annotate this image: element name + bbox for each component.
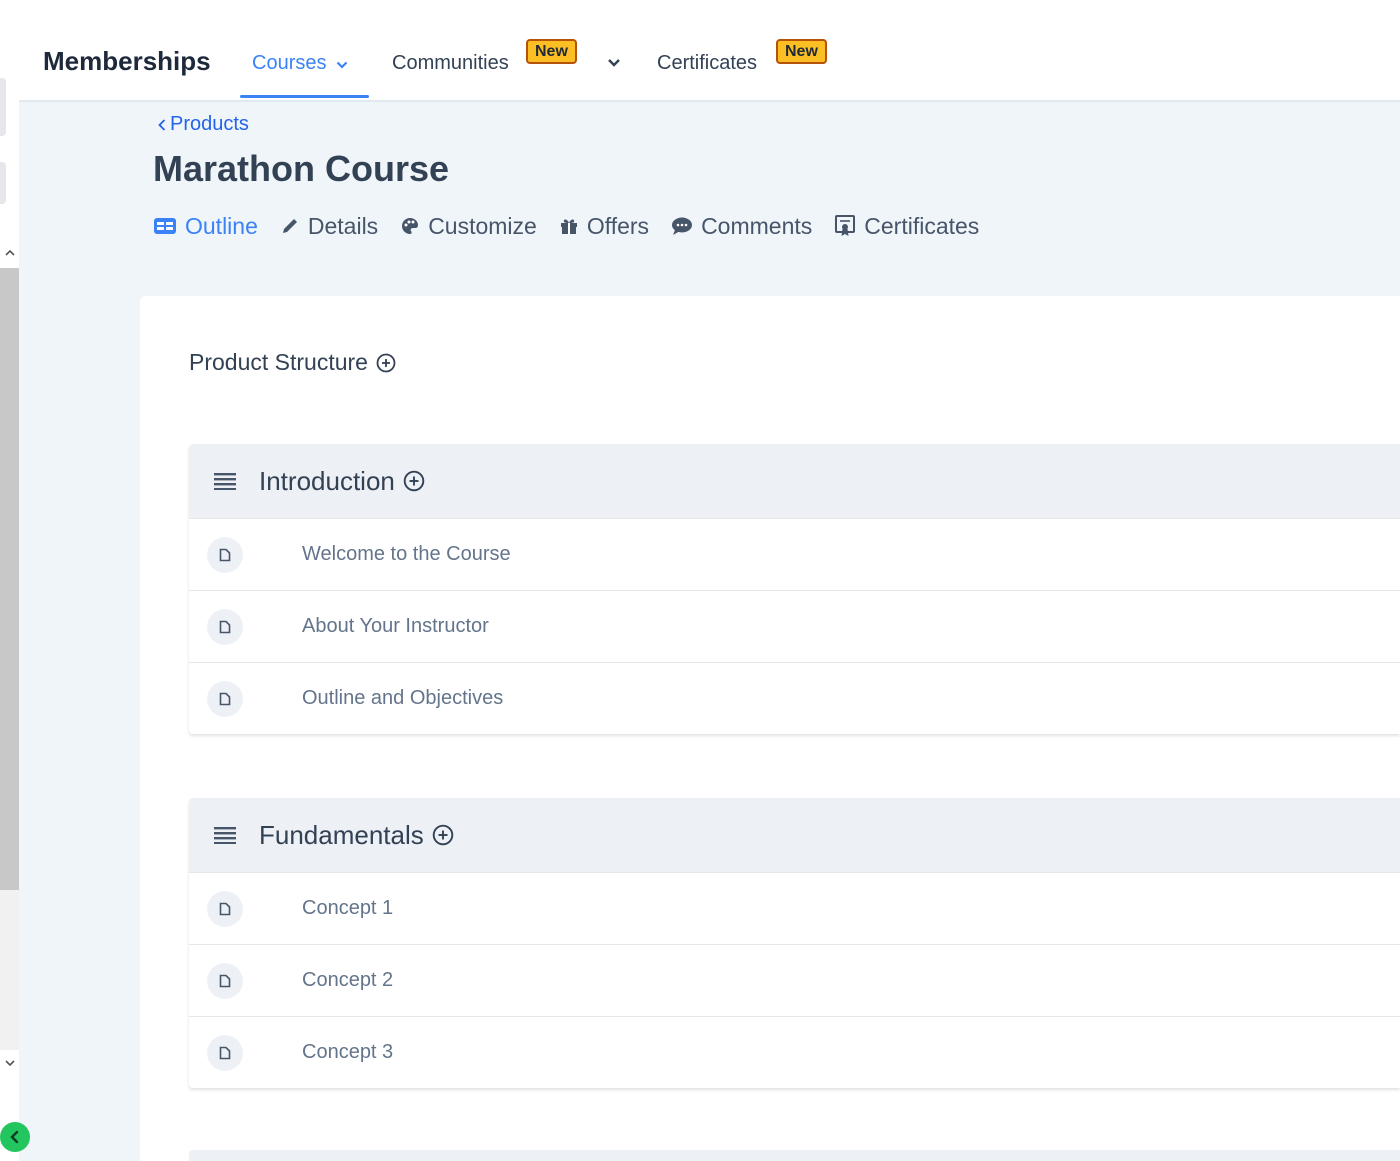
product-structure-title: Product Structure: [189, 349, 368, 375]
lesson-title[interactable]: Concept 2: [302, 969, 393, 992]
pencil-icon: [282, 219, 297, 233]
tab-offers-label: Offers: [586, 212, 650, 239]
chevron-down-icon: [608, 59, 620, 67]
add-lesson-button[interactable]: [403, 470, 425, 492]
breadcrumb-products-link[interactable]: Products: [170, 113, 249, 136]
tab-comments-label: Comments: [701, 212, 813, 239]
lesson-row[interactable]: Concept 2: [189, 944, 1400, 1016]
outline-icon: [154, 218, 176, 234]
lesson-title[interactable]: Welcome to the Course: [302, 543, 511, 566]
section-header[interactable]: Introduction: [189, 444, 1400, 518]
lesson-title[interactable]: Concept 3: [302, 1041, 393, 1064]
chevron-down-icon: [336, 52, 348, 75]
plus-circle-icon: [403, 470, 425, 492]
lesson-row[interactable]: Welcome to the Course: [189, 518, 1400, 590]
section-introduction: Introduction Welcome to the Course About…: [189, 444, 1400, 734]
nav-communities[interactable]: Communities: [392, 52, 509, 75]
tab-details-label: Details: [307, 212, 379, 239]
palette-icon: [402, 218, 419, 234]
comment-icon: [672, 217, 693, 235]
app-title: Memberships: [43, 46, 211, 76]
lesson-row[interactable]: About Your Instructor: [189, 590, 1400, 662]
nav-certificates[interactable]: Certificates: [657, 52, 757, 75]
document-icon: [207, 608, 243, 645]
product-structure-heading: Product Structure: [189, 349, 396, 376]
scroll-up-icon[interactable]: [0, 244, 19, 264]
scrollbar-thumb[interactable]: [0, 268, 19, 890]
tab-certificates[interactable]: Certificates: [834, 213, 979, 240]
tab-certificates-label: Certificates: [864, 212, 980, 239]
lesson-title[interactable]: Concept 1: [302, 897, 393, 920]
section-header[interactable]: Fundamentals: [189, 798, 1400, 872]
document-icon: [207, 1034, 243, 1071]
add-section-button[interactable]: [376, 353, 396, 373]
document-icon: [207, 962, 243, 999]
communities-dropdown-toggle[interactable]: [607, 58, 621, 67]
nav-courses[interactable]: Courses: [252, 52, 348, 75]
drag-handle-icon[interactable]: [213, 472, 237, 490]
plus-circle-icon: [432, 824, 454, 846]
lesson-row[interactable]: Concept 1: [189, 872, 1400, 944]
plus-circle-icon: [376, 353, 396, 372]
tab-customize-label: Customize: [428, 212, 537, 239]
nav-courses-label: Courses: [252, 52, 327, 74]
rail-tab[interactable]: [0, 162, 6, 204]
lesson-title[interactable]: About Your Instructor: [302, 615, 489, 638]
lesson-row[interactable]: Concept 3: [189, 1016, 1400, 1088]
nav-certificates-label: Certificates: [657, 52, 758, 74]
tab-offers[interactable]: Offers: [559, 213, 649, 240]
breadcrumb[interactable]: Products: [157, 113, 249, 136]
new-badge: New: [776, 39, 827, 64]
product-structure-panel: Product Structure Introduction Welcome t…: [140, 296, 1400, 1161]
document-icon: [207, 680, 243, 717]
lesson-row[interactable]: Outline and Objectives: [189, 662, 1400, 734]
section-fundamentals: Fundamentals Concept 1 Concept 2 Concept…: [189, 798, 1400, 1088]
page-title: Marathon Course: [153, 148, 450, 189]
section-title[interactable]: Introduction: [259, 466, 395, 497]
collapse-sidebar-button[interactable]: [0, 1122, 30, 1152]
document-icon: [207, 536, 243, 573]
scrollbar-track[interactable]: [0, 890, 19, 1050]
drag-handle-icon[interactable]: [213, 826, 237, 844]
tab-customize[interactable]: Customize: [400, 213, 537, 240]
rail-tab[interactable]: [0, 78, 6, 136]
active-nav-indicator: [240, 95, 369, 98]
top-navigation: Memberships Courses Communities New Cert…: [19, 0, 1400, 102]
scroll-down-icon[interactable]: [0, 1054, 19, 1074]
document-icon: [207, 890, 243, 927]
nav-communities-label: Communities: [392, 52, 509, 74]
tab-outline[interactable]: Outline: [153, 213, 258, 240]
lesson-title[interactable]: Outline and Objectives: [302, 687, 503, 710]
product-tabs: Outline Details Customize Offers Comment…: [153, 211, 1001, 241]
add-lesson-button[interactable]: [432, 824, 454, 846]
section-title[interactable]: Fundamentals: [259, 820, 424, 851]
chevron-left-icon: [10, 1130, 19, 1144]
tab-outline-label: Outline: [185, 212, 258, 239]
new-badge: New: [526, 39, 577, 64]
section-header[interactable]: [189, 1150, 1400, 1161]
tab-details[interactable]: Details: [280, 213, 378, 240]
left-rail: [0, 0, 19, 1161]
chevron-left-icon: [158, 118, 166, 131]
tab-comments[interactable]: Comments: [671, 213, 812, 240]
certificate-icon: [835, 215, 856, 236]
gift-icon: [560, 219, 577, 234]
